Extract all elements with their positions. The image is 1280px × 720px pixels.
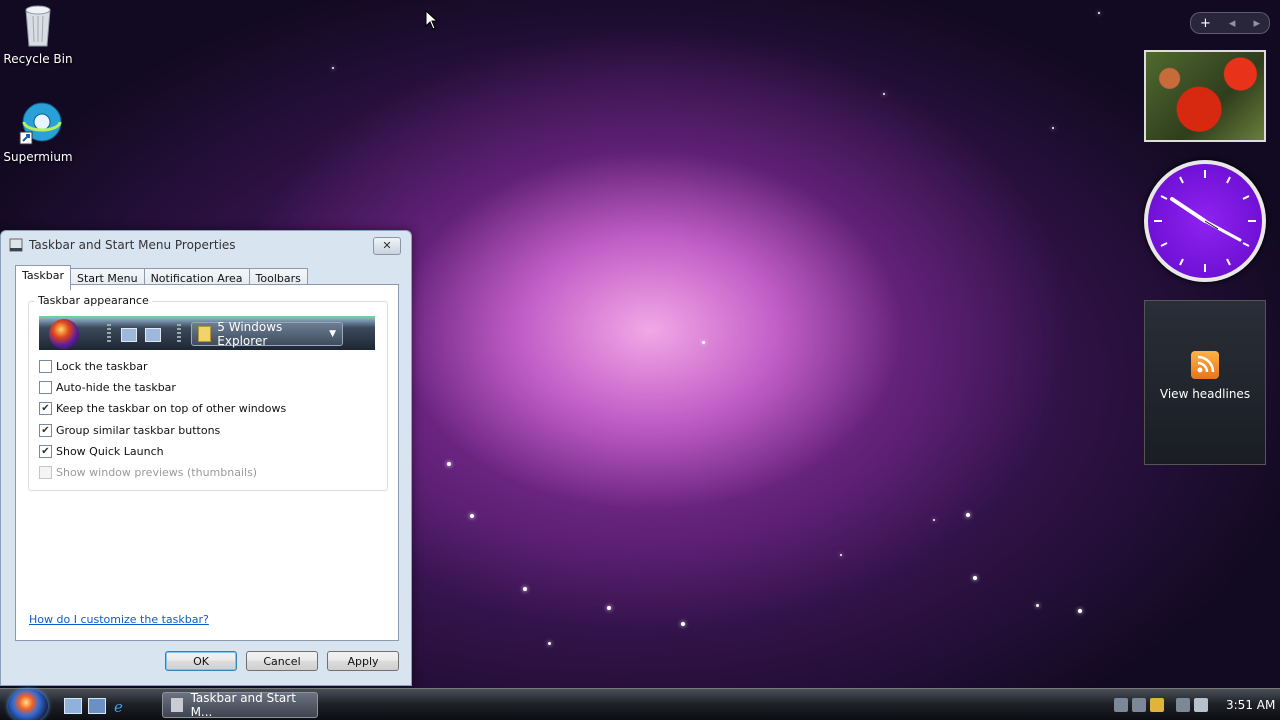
auto-hide-checkbox[interactable]: Auto-hide the taskbar bbox=[39, 381, 176, 394]
start-button[interactable] bbox=[8, 689, 48, 720]
taskbar-clock[interactable]: 3:51 AM bbox=[1226, 698, 1275, 712]
tab-panel-taskbar: Taskbar appearance 5 Windows Explorer ▼ … bbox=[15, 284, 399, 641]
view-headlines-link[interactable]: View headlines bbox=[1145, 387, 1265, 401]
add-gadget-button[interactable]: + bbox=[1200, 16, 1211, 31]
internet-explorer-icon[interactable]: e bbox=[112, 698, 128, 716]
keep-on-top-checkbox[interactable]: ✔ Keep the taskbar on top of other windo… bbox=[39, 402, 286, 415]
desktop-icon-recycle-bin[interactable]: Recycle Bin bbox=[0, 2, 76, 66]
dialog-titlebar[interactable]: Taskbar and Start Menu Properties bbox=[1, 231, 411, 259]
star bbox=[702, 341, 705, 344]
help-link[interactable]: How do I customize the taskbar? bbox=[29, 613, 209, 626]
desktop-icon-supermium[interactable]: Supermium bbox=[0, 100, 76, 164]
dropdown-arrow-icon: ▼ bbox=[329, 329, 336, 339]
close-button[interactable]: ✕ bbox=[373, 237, 401, 255]
switch-windows-icon bbox=[145, 328, 161, 342]
taskbar-task-button[interactable]: Taskbar and Start M... bbox=[162, 691, 318, 719]
desktop-icon-label: Recycle Bin bbox=[3, 52, 73, 66]
desktop-icon-label: Supermium bbox=[3, 150, 73, 164]
show-desktop-icon bbox=[121, 328, 137, 342]
star bbox=[840, 554, 842, 556]
checkmark-icon[interactable]: ✔ bbox=[39, 402, 52, 415]
checkmark-icon[interactable]: ✔ bbox=[39, 445, 52, 458]
taskbar: e Taskbar and Start M... 3:51 AM bbox=[0, 688, 1280, 720]
group-label: Taskbar appearance bbox=[35, 294, 152, 307]
dialog-title: Taskbar and Start Menu Properties bbox=[29, 238, 236, 252]
star bbox=[883, 93, 885, 95]
preview-task-label: 5 Windows Explorer bbox=[217, 320, 283, 348]
checkbox-box[interactable] bbox=[39, 360, 52, 373]
star bbox=[548, 642, 551, 645]
checkbox-label: Auto-hide the taskbar bbox=[56, 381, 176, 394]
star bbox=[607, 606, 611, 610]
folder-icon bbox=[198, 326, 212, 342]
rss-feed-icon bbox=[1191, 351, 1219, 379]
checkbox-label: Lock the taskbar bbox=[56, 360, 148, 373]
start-orb-icon bbox=[49, 319, 79, 349]
cancel-button[interactable]: Cancel bbox=[246, 651, 318, 671]
taskbar-properties-icon bbox=[9, 238, 23, 252]
star bbox=[681, 622, 685, 626]
checkbox-box bbox=[39, 466, 52, 479]
sidebar-controls: + ◂ ▸ bbox=[1190, 12, 1270, 34]
task-button-label: Taskbar and Start M... bbox=[190, 691, 296, 719]
clock-gadget[interactable] bbox=[1144, 160, 1266, 282]
window-previews-checkbox: Show window previews (thumbnails) bbox=[39, 466, 257, 479]
star bbox=[933, 519, 935, 521]
star bbox=[1052, 127, 1054, 129]
mouse-cursor-icon bbox=[425, 10, 439, 30]
recycle-bin-icon bbox=[18, 2, 58, 48]
clock-face-icon bbox=[1154, 170, 1256, 272]
browser-globe-icon bbox=[18, 100, 62, 146]
star bbox=[332, 67, 334, 69]
checkbox-box[interactable] bbox=[39, 381, 52, 394]
feed-headlines-gadget[interactable]: View headlines bbox=[1144, 300, 1266, 465]
ok-button[interactable]: OK bbox=[165, 651, 237, 671]
preview-task-button: 5 Windows Explorer ▼ bbox=[191, 320, 343, 348]
taskbar-properties-dialog: Taskbar and Start Menu Properties ✕ Task… bbox=[0, 230, 412, 686]
security-shield-icon[interactable] bbox=[1150, 698, 1164, 712]
tray-network-icon[interactable] bbox=[1114, 698, 1128, 712]
checkmark-icon[interactable]: ✔ bbox=[39, 424, 52, 437]
svg-text:e: e bbox=[114, 698, 123, 714]
checkbox-label: Show window previews (thumbnails) bbox=[56, 466, 258, 479]
show-desktop-icon[interactable] bbox=[64, 698, 82, 714]
taskbar-preview-image: 5 Windows Explorer ▼ bbox=[39, 316, 375, 350]
star bbox=[966, 513, 970, 517]
checkbox-label: Keep the taskbar on top of other windows bbox=[56, 402, 287, 415]
checkbox-label: Group similar taskbar buttons bbox=[56, 424, 221, 437]
tray-app-icon[interactable] bbox=[1132, 698, 1146, 712]
lock-taskbar-checkbox[interactable]: Lock the taskbar bbox=[39, 360, 148, 373]
star bbox=[973, 576, 977, 580]
checkbox-label: Show Quick Launch bbox=[56, 445, 164, 458]
star bbox=[1078, 609, 1082, 613]
star bbox=[523, 587, 527, 591]
grip-icon bbox=[177, 324, 181, 344]
volume-muted-icon[interactable] bbox=[1194, 698, 1208, 712]
show-quick-launch-checkbox[interactable]: ✔ Show Quick Launch bbox=[39, 445, 164, 458]
star bbox=[470, 514, 474, 518]
slideshow-gadget[interactable] bbox=[1144, 50, 1266, 142]
star bbox=[447, 462, 451, 466]
star bbox=[1036, 604, 1039, 607]
star bbox=[1098, 12, 1100, 14]
apply-button[interactable]: Apply bbox=[327, 651, 399, 671]
tab-taskbar[interactable]: Taskbar bbox=[15, 265, 71, 290]
next-page-button[interactable]: ▸ bbox=[1253, 16, 1260, 31]
taskbar-properties-icon bbox=[171, 698, 183, 712]
group-buttons-checkbox[interactable]: ✔ Group similar taskbar buttons bbox=[39, 424, 220, 437]
grip-icon bbox=[107, 324, 111, 344]
network-icon[interactable] bbox=[1176, 698, 1190, 712]
notification-area: 3:51 AM bbox=[1110, 689, 1280, 720]
taskbar-appearance-group: Taskbar appearance 5 Windows Explorer ▼ … bbox=[28, 294, 388, 491]
switch-windows-icon[interactable] bbox=[88, 698, 106, 714]
previous-page-button[interactable]: ◂ bbox=[1229, 16, 1236, 31]
